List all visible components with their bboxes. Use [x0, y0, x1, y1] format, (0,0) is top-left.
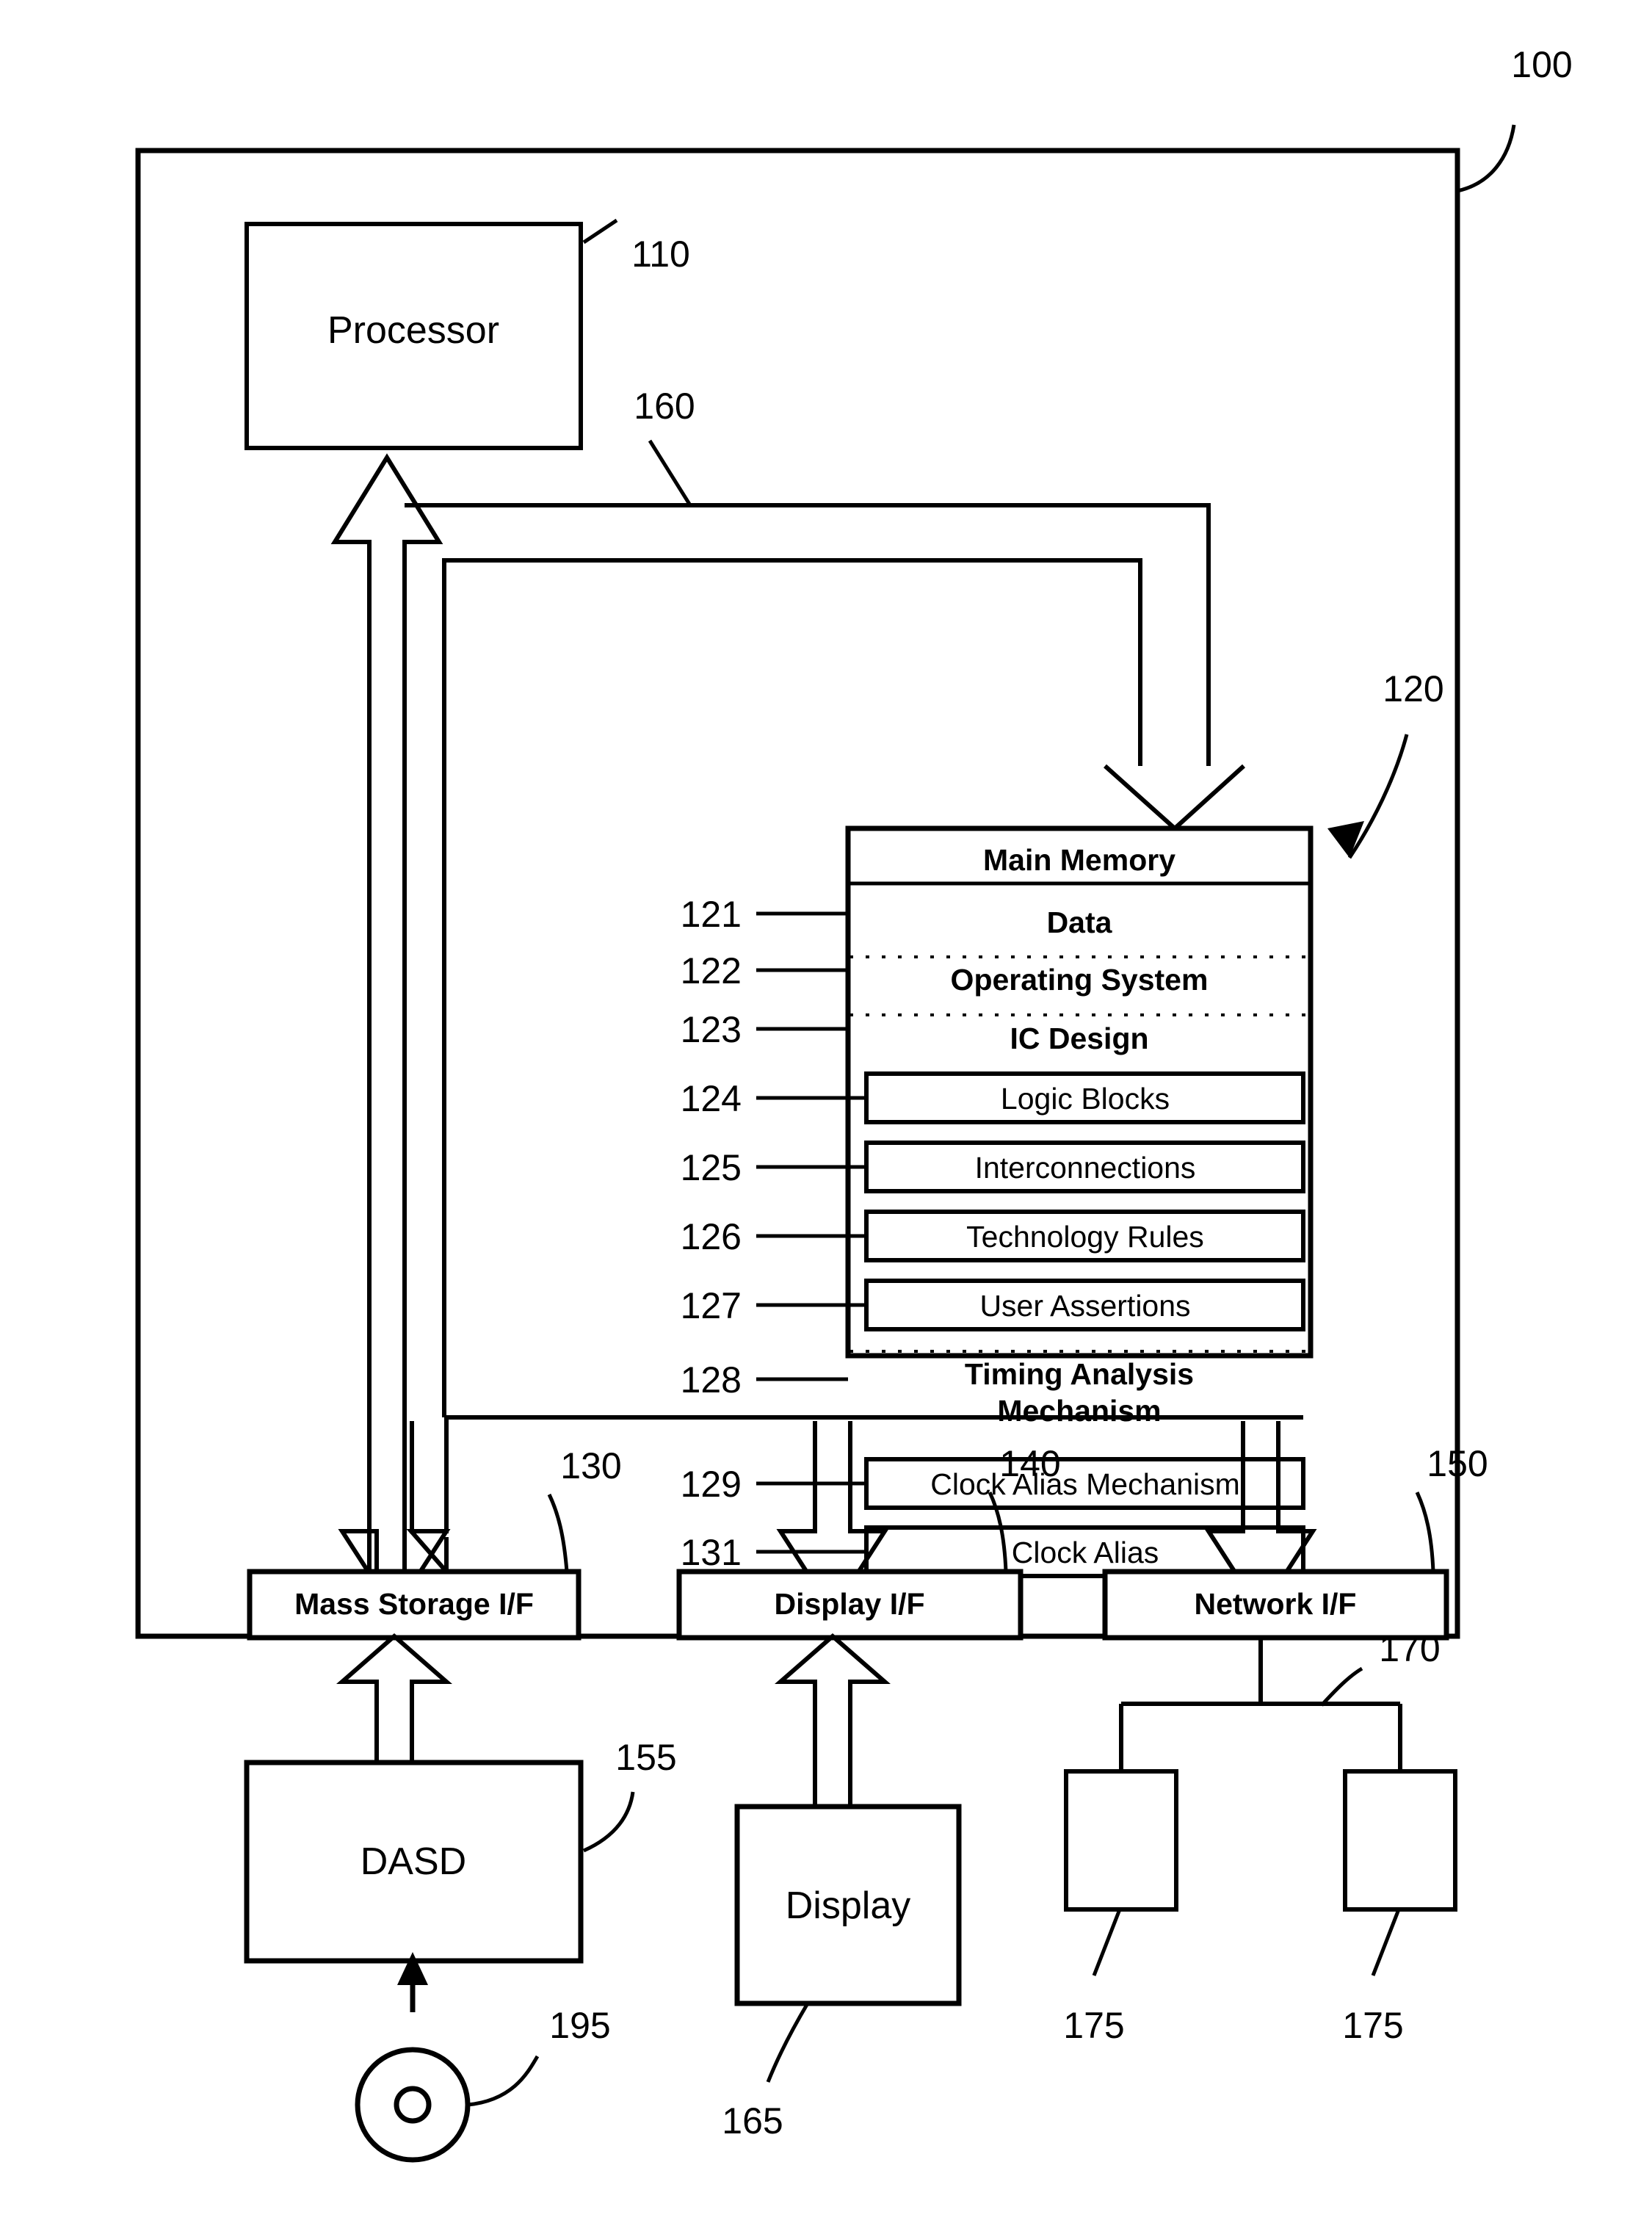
system-block-diagram: 100 Processor 110 160 Main Memory 120 Da… — [135, 44, 1573, 2163]
network-node-right-box — [1343, 1769, 1457, 1912]
ref-leader-195 — [467, 2055, 540, 2107]
display-label: Display — [786, 1884, 911, 1927]
network-if-label: Network I/F — [1195, 1587, 1357, 1621]
ref-leader-175-left — [1092, 1909, 1122, 1976]
memory-row-label-121: Data — [1047, 906, 1113, 939]
memory-row-label-122: Operating System — [951, 963, 1209, 997]
ref-label-131: 131 — [681, 1532, 742, 1573]
memory-row-label-125: Interconnections — [975, 1151, 1196, 1185]
ref-label-160: 160 — [634, 386, 695, 427]
memory-row-label-126: Technology Rules — [966, 1220, 1204, 1254]
ref-label-195: 195 — [549, 2005, 610, 2046]
ref-label-170: 170 — [1379, 1628, 1440, 1669]
ref-leader-165 — [766, 2002, 810, 2083]
ref-label-100: 100 — [1511, 44, 1572, 85]
ref-label-128: 128 — [681, 1359, 742, 1400]
ref-label-130: 130 — [560, 1445, 621, 1486]
channel-dasd-to-if — [336, 1633, 452, 1763]
ref-label-124: 124 — [681, 1078, 742, 1119]
ref-label-127: 127 — [681, 1285, 742, 1326]
ref-leader-175-right — [1371, 1909, 1401, 1976]
patent-figure: 100 Processor 110 160 Main Memory 120 Da… — [0, 0, 1652, 2223]
optical-disc-hub-icon — [394, 2086, 432, 2124]
ref-label-175-right: 175 — [1342, 2005, 1403, 2046]
memory-row-label-128-line2: Mechanism — [997, 1394, 1161, 1428]
ref-label-155: 155 — [615, 1737, 676, 1778]
processor-label: Processor — [327, 309, 499, 352]
ref-leader-155 — [582, 1791, 635, 1853]
mass-storage-if-label: Mass Storage I/F — [294, 1587, 534, 1621]
main-memory-title: Main Memory — [983, 843, 1175, 877]
memory-row-label-131: Clock Alias — [1012, 1536, 1159, 1569]
memory-row-label-124: Logic Blocks — [1001, 1082, 1170, 1116]
display-if-label: Display I/F — [774, 1587, 924, 1621]
memory-row-label-129: Clock Alias Mechanism — [930, 1467, 1240, 1501]
ref-label-125: 125 — [681, 1147, 742, 1188]
memory-row-label-123: IC Design — [1010, 1022, 1148, 1055]
ref-label-165: 165 — [722, 2100, 783, 2141]
ref-label-122: 122 — [681, 950, 742, 991]
ref-label-129: 129 — [681, 1464, 742, 1505]
ref-label-120: 120 — [1383, 668, 1443, 709]
ref-label-110: 110 — [631, 234, 690, 275]
ref-label-123: 123 — [681, 1009, 742, 1050]
memory-row-label-128: Timing Analysis — [965, 1357, 1194, 1391]
memory-row-label-127: User Assertions — [979, 1289, 1190, 1323]
channel-display-to-if — [775, 1633, 891, 1807]
dasd-label: DASD — [361, 1840, 466, 1883]
ref-label-140: 140 — [999, 1443, 1060, 1484]
ref-leader-100 — [1457, 124, 1516, 193]
ref-label-121: 121 — [681, 894, 742, 935]
ref-label-175-left: 175 — [1063, 2005, 1124, 2046]
ref-label-126: 126 — [681, 1216, 742, 1257]
ref-label-150: 150 — [1427, 1443, 1488, 1484]
network-node-left-box — [1064, 1769, 1178, 1912]
ref-leader-170 — [1320, 1666, 1363, 1707]
